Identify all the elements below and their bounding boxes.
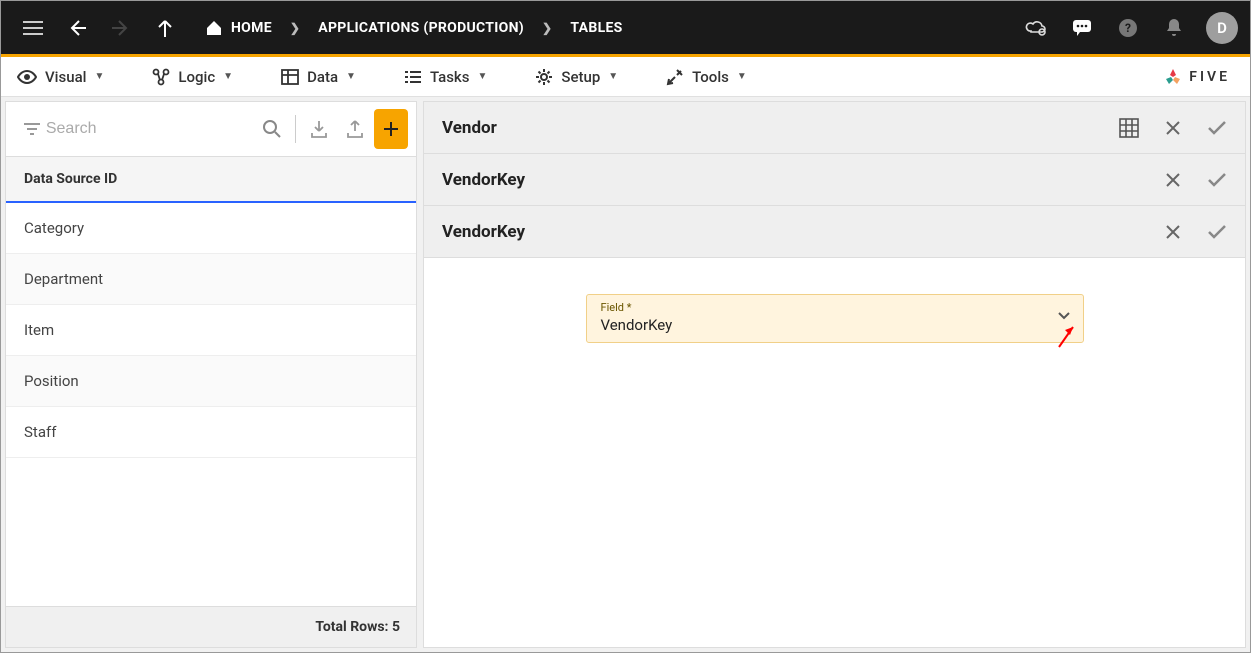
search-icon[interactable] <box>255 109 289 149</box>
caret-down-icon: ▼ <box>346 71 356 82</box>
menu-visual[interactable]: Visual ▼ <box>11 68 110 86</box>
topbar-right: ? D <box>1016 8 1238 48</box>
back-button[interactable] <box>57 8 97 48</box>
main-panel: Vendor VendorKey <box>423 101 1246 648</box>
up-button[interactable] <box>145 8 185 48</box>
breadcrumb-label: TABLES <box>570 20 622 36</box>
section-header-vendorkey-2: VendorKey <box>424 206 1245 258</box>
list-item-label: Item <box>24 321 54 339</box>
topbar-left: HOME ❯ APPLICATIONS (PRODUCTION) ❯ TABLE… <box>13 8 633 48</box>
bell-icon[interactable] <box>1154 8 1194 48</box>
grid-icon[interactable] <box>1113 112 1145 144</box>
chevron-down-icon[interactable] <box>1057 311 1071 321</box>
list-item-label: Staff <box>24 423 56 441</box>
gear-icon <box>535 68 553 86</box>
menu-data[interactable]: Data ▼ <box>275 68 362 86</box>
check-icon[interactable] <box>1201 112 1233 144</box>
logic-icon <box>152 68 170 86</box>
menu-label: Visual <box>45 68 86 86</box>
list-item[interactable]: Item <box>6 305 416 356</box>
close-icon[interactable] <box>1157 164 1189 196</box>
list: Category Department Item Position Staff <box>6 203 416 606</box>
breadcrumb-home[interactable]: HOME <box>195 16 282 40</box>
add-button[interactable] <box>374 109 408 149</box>
menu-label: Data <box>307 68 338 86</box>
divider <box>295 115 296 143</box>
sidebar: Data Source ID Category Department Item … <box>5 101 417 648</box>
search-input[interactable] <box>46 114 253 144</box>
field-value: VendorKey <box>601 314 1069 334</box>
list-header[interactable]: Data Source ID <box>6 156 416 203</box>
breadcrumb-label: HOME <box>231 20 272 36</box>
caret-down-icon: ▼ <box>94 71 104 82</box>
chat-icon[interactable] <box>1062 8 1102 48</box>
field-dropdown[interactable]: Field * VendorKey <box>586 294 1084 343</box>
chevron-right-icon: ❯ <box>290 21 300 35</box>
filter-icon[interactable] <box>20 122 44 136</box>
breadcrumb-label: APPLICATIONS (PRODUCTION) <box>318 20 524 36</box>
chevron-right-icon: ❯ <box>542 21 552 35</box>
list-item-label: Category <box>24 219 84 237</box>
list-item[interactable]: Category <box>6 203 416 254</box>
field-label: Field * <box>601 301 1069 314</box>
plus-icon <box>381 119 401 139</box>
section-actions <box>1157 164 1233 196</box>
list-item[interactable]: Position <box>6 356 416 407</box>
menu-label: Setup <box>561 68 600 86</box>
brand-logo-icon <box>1163 67 1183 87</box>
eye-icon <box>17 70 37 84</box>
section-title: VendorKey <box>442 170 525 190</box>
topbar: HOME ❯ APPLICATIONS (PRODUCTION) ❯ TABLE… <box>1 1 1250 54</box>
caret-down-icon: ▼ <box>737 71 747 82</box>
table-icon <box>281 69 299 85</box>
tasks-icon <box>404 69 422 85</box>
list-item[interactable]: Department <box>6 254 416 305</box>
close-icon[interactable] <box>1157 112 1189 144</box>
menu-logic[interactable]: Logic ▼ <box>146 68 239 86</box>
breadcrumb: HOME ❯ APPLICATIONS (PRODUCTION) ❯ TABLE… <box>195 16 633 40</box>
menu-tools[interactable]: Tools ▼ <box>660 68 753 86</box>
home-icon <box>205 20 223 36</box>
list-item-label: Department <box>24 270 103 288</box>
brand: FIVE <box>1163 67 1240 87</box>
section-header-vendorkey-1: VendorKey <box>424 154 1245 206</box>
brand-text: FIVE <box>1189 69 1230 85</box>
import-icon[interactable] <box>302 109 336 149</box>
breadcrumb-tables[interactable]: TABLES <box>560 16 632 40</box>
list-item[interactable]: Staff <box>6 407 416 458</box>
menu-label: Logic <box>178 68 215 86</box>
tools-icon <box>666 68 684 86</box>
sidebar-toolbar <box>6 102 416 156</box>
list-item-label: Position <box>24 372 79 390</box>
avatar-initial: D <box>1217 19 1227 37</box>
avatar[interactable]: D <box>1206 12 1238 44</box>
forward-button <box>101 8 141 48</box>
section-actions <box>1113 112 1233 144</box>
section-actions <box>1157 216 1233 248</box>
menu-label: Tasks <box>430 68 470 86</box>
export-icon[interactable] <box>338 109 372 149</box>
close-icon[interactable] <box>1157 216 1189 248</box>
check-icon[interactable] <box>1201 164 1233 196</box>
content: Data Source ID Category Department Item … <box>1 97 1250 652</box>
section-title: VendorKey <box>442 222 525 242</box>
menu-tasks[interactable]: Tasks ▼ <box>398 68 493 86</box>
caret-down-icon: ▼ <box>608 71 618 82</box>
breadcrumb-applications[interactable]: APPLICATIONS (PRODUCTION) <box>308 16 534 40</box>
caret-down-icon: ▼ <box>223 71 233 82</box>
section-title: Vendor <box>442 118 497 138</box>
menubar: Visual ▼ Logic ▼ Data ▼ Tasks ▼ Setup ▼ Tools… <box>1 57 1250 97</box>
menu-icon[interactable] <box>13 8 53 48</box>
menu-setup[interactable]: Setup ▼ <box>529 68 624 86</box>
cloud-icon[interactable] <box>1016 8 1056 48</box>
field-panel: Field * VendorKey <box>424 258 1245 647</box>
help-icon[interactable]: ? <box>1108 8 1148 48</box>
section-header-vendor: Vendor <box>424 102 1245 154</box>
menu-label: Tools <box>692 68 729 86</box>
list-footer: Total Rows: 5 <box>6 606 416 647</box>
caret-down-icon: ▼ <box>477 71 487 82</box>
svg-text:?: ? <box>1125 21 1131 35</box>
check-icon[interactable] <box>1201 216 1233 248</box>
